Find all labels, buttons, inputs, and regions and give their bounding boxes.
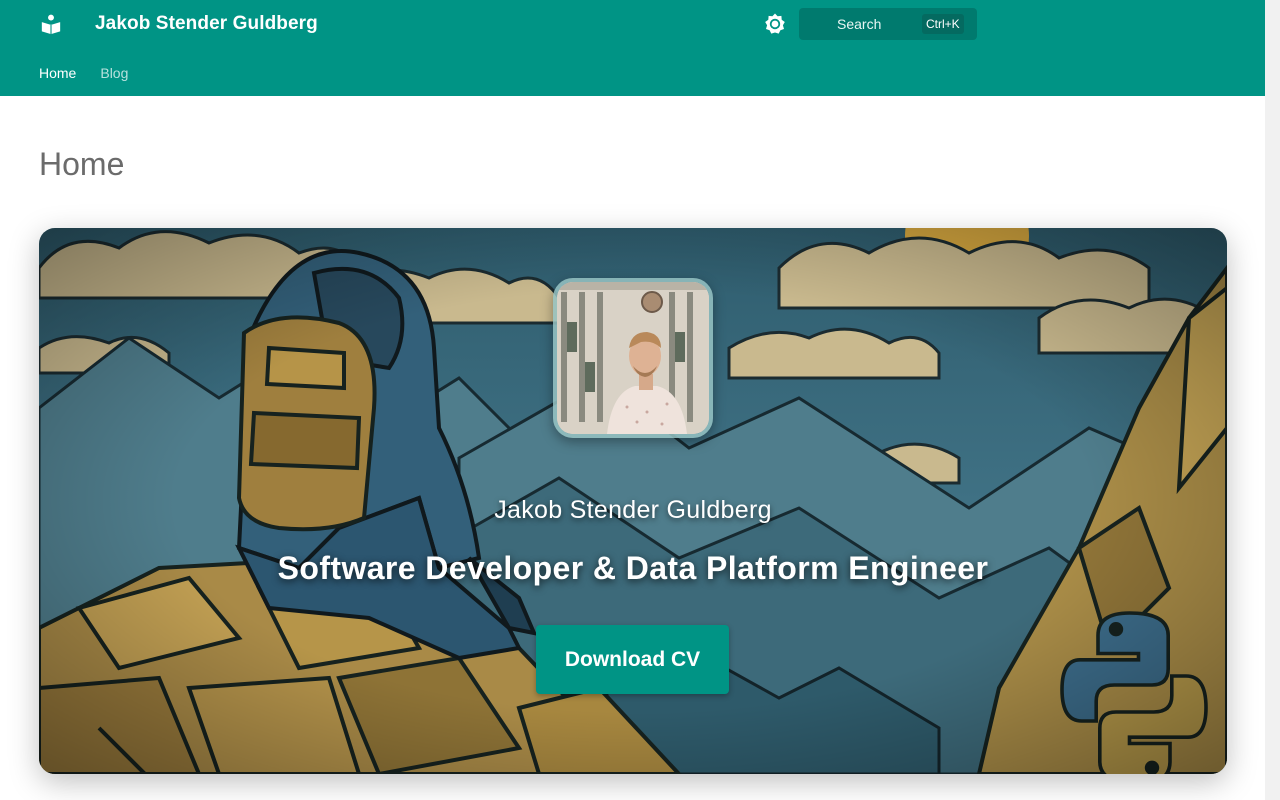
hero-role: Software Developer & Data Platform Engin… xyxy=(277,550,989,586)
top-header: Jakob Stender Guldberg Search Ctrl+K Hom… xyxy=(0,0,1265,96)
hero-name: Jakob Stender Guldberg xyxy=(494,496,772,524)
site-logo[interactable] xyxy=(38,11,64,37)
main-nav: Home Blog xyxy=(39,65,128,81)
nav-home[interactable]: Home xyxy=(39,65,76,81)
nav-blog[interactable]: Blog xyxy=(100,65,128,81)
profile-avatar xyxy=(553,278,713,438)
page-scrollbar[interactable] xyxy=(1265,0,1280,800)
theme-toggle-button[interactable] xyxy=(762,11,788,37)
search-label: Search xyxy=(837,16,882,32)
download-cv-button[interactable]: Download CV xyxy=(536,625,729,694)
search-shortcut: Ctrl+K xyxy=(922,14,964,34)
search-button[interactable]: Search Ctrl+K xyxy=(799,8,977,40)
hero-banner: Jakob Stender Guldberg Software Develope… xyxy=(39,228,1227,774)
brightness-icon xyxy=(765,13,785,34)
book-reader-icon xyxy=(41,14,61,35)
site-title[interactable]: Jakob Stender Guldberg xyxy=(95,13,318,35)
profile-photo xyxy=(557,282,709,434)
page-title: Home xyxy=(39,146,125,182)
